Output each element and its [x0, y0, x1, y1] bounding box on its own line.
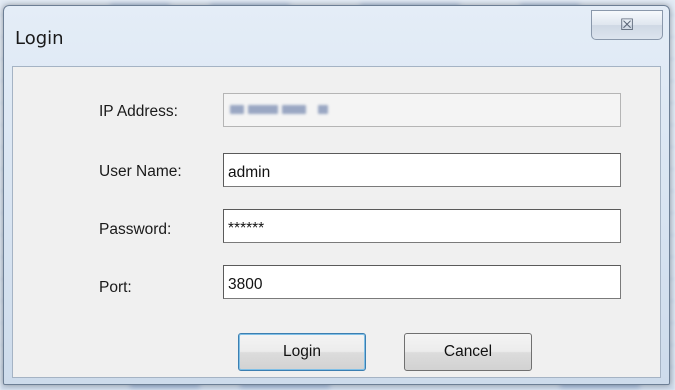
dialog-client-area: IP Address: User Name: Password: Port: L… [12, 66, 661, 378]
port-input[interactable] [223, 265, 621, 299]
ip-address-redacted [230, 103, 350, 115]
password-input[interactable] [223, 209, 621, 243]
close-button[interactable]: ☒ [591, 10, 663, 40]
ip-address-label: IP Address: [99, 103, 178, 120]
dialog-title: Login [15, 28, 64, 49]
port-label: Port: [99, 279, 132, 296]
login-dialog: Login ☒ IP Address: User Name: Password:… [3, 5, 670, 385]
user-name-label: User Name: [99, 163, 182, 180]
login-button[interactable]: Login [238, 333, 366, 371]
close-icon: ☒ [619, 15, 635, 34]
user-name-input[interactable] [223, 153, 621, 187]
cancel-button[interactable]: Cancel [404, 333, 532, 371]
password-label: Password: [99, 221, 172, 238]
